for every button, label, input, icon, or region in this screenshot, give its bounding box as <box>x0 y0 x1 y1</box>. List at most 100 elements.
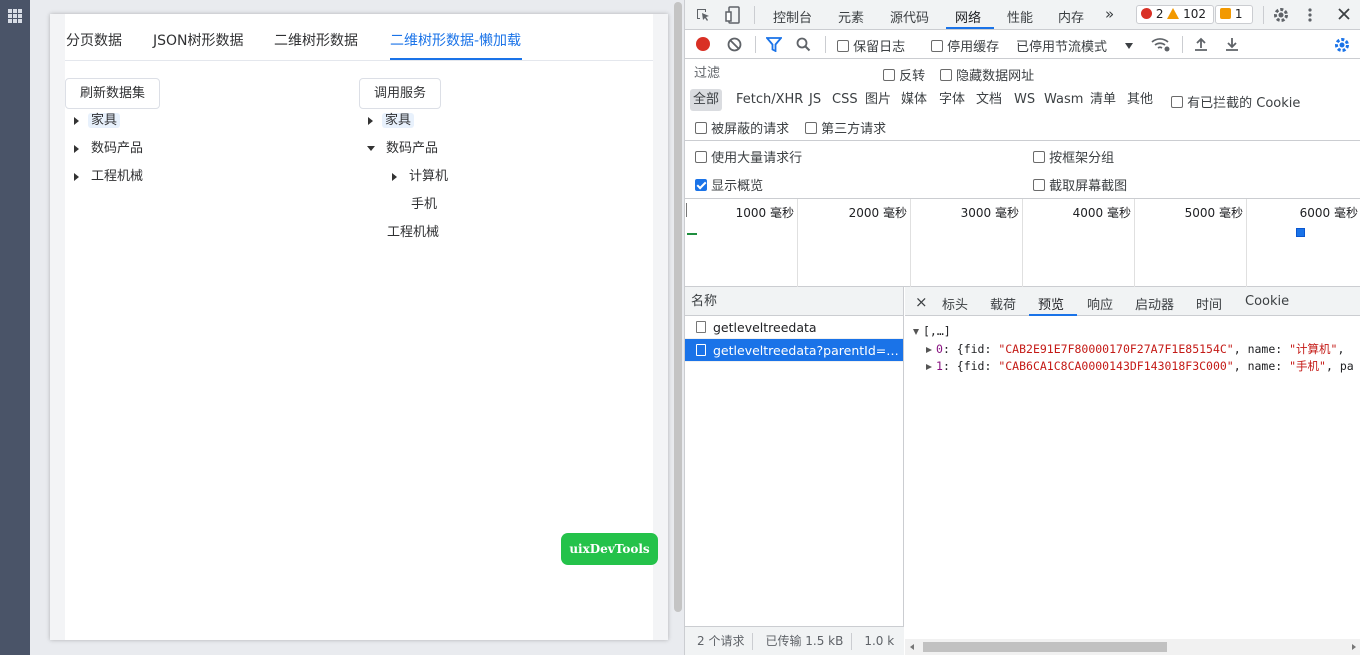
detail-tab-timing[interactable]: 时间 <box>1196 294 1222 313</box>
device-toolbar-icon[interactable] <box>725 6 741 24</box>
tree-node[interactable]: 手机 <box>411 194 437 216</box>
close-detail-icon[interactable]: × <box>915 293 928 311</box>
type-filter-fetch-xhr[interactable]: Fetch/XHR <box>736 89 803 111</box>
import-har-icon[interactable] <box>1194 36 1208 52</box>
tree-node[interactable]: 计算机 <box>392 166 448 188</box>
inspect-element-icon[interactable] <box>695 7 711 23</box>
caret-right-icon[interactable] <box>74 144 79 153</box>
third-party-checkbox[interactable]: 第三方请求 <box>805 118 886 137</box>
devtools-tab-performance[interactable]: 性能 <box>1007 7 1033 26</box>
preview-row[interactable]: 1: {fid: "CAB6CA1C8CA0000143DF143018F3C0… <box>926 358 1354 374</box>
tree-node[interactable]: 工程机械 <box>387 222 439 244</box>
apps-grid-icon[interactable] <box>8 9 22 23</box>
detail-tab-cookies[interactable]: Cookie <box>1245 294 1289 309</box>
filter-funnel-icon[interactable] <box>766 37 782 52</box>
info-counts[interactable]: 1 <box>1215 5 1253 24</box>
more-options-icon[interactable] <box>1307 7 1313 23</box>
checkbox-icon[interactable] <box>931 40 943 52</box>
network-conditions-icon[interactable] <box>1151 37 1171 52</box>
throttling-select[interactable]: 已停用节流模式 <box>1016 36 1134 55</box>
tab-2d-tree[interactable]: 二维树形数据 <box>274 30 358 50</box>
name-column-header[interactable]: 名称 <box>685 287 903 316</box>
expand-right-icon[interactable] <box>926 364 932 370</box>
group-by-frame-checkbox[interactable]: 按框架分组 <box>1033 147 1114 166</box>
caret-right-icon[interactable] <box>392 172 397 181</box>
app-scrollbar[interactable] <box>674 2 682 612</box>
tree-node[interactable]: 数码产品 <box>367 138 438 160</box>
preserve-log-checkbox[interactable]: 保留日志 <box>837 36 905 55</box>
issue-counts[interactable]: 2 102 <box>1136 5 1214 24</box>
caret-right-icon[interactable] <box>74 172 79 181</box>
type-filter-doc[interactable]: 文档 <box>976 89 1002 111</box>
detail-tab-response[interactable]: 响应 <box>1087 294 1113 313</box>
disable-cache-checkbox[interactable]: 停用缓存 <box>931 36 999 55</box>
checkbox-icon[interactable] <box>1033 179 1045 191</box>
devtools-tab-network[interactable]: 网络 <box>955 7 981 26</box>
invert-checkbox[interactable]: 反转 <box>883 65 925 84</box>
preview-row[interactable]: 0: {fid: "CAB2E91E7F80000170F27A7F1E8515… <box>926 341 1344 357</box>
tree-node[interactable]: 家具 <box>74 110 121 132</box>
checkbox-icon[interactable] <box>695 122 707 134</box>
detail-tab-payload[interactable]: 载荷 <box>990 294 1016 313</box>
show-overview-checkbox[interactable]: 显示概览 <box>695 175 763 194</box>
devtools-tab-sources[interactable]: 源代码 <box>890 7 929 26</box>
caret-right-icon[interactable] <box>368 116 373 125</box>
close-devtools-icon[interactable] <box>1337 7 1351 21</box>
type-filter-font[interactable]: 字体 <box>939 89 965 111</box>
more-tabs-icon[interactable]: » <box>1105 5 1114 23</box>
search-icon[interactable] <box>796 37 811 52</box>
clear-icon[interactable] <box>727 37 742 52</box>
preview-horizontal-scrollbar[interactable] <box>905 639 1360 655</box>
devtools-tab-console[interactable]: 控制台 <box>773 7 812 26</box>
tab-json-tree[interactable]: JSON树形数据 <box>153 30 244 50</box>
detail-tab-preview[interactable]: 预览 <box>1038 294 1064 313</box>
record-icon[interactable] <box>696 37 710 51</box>
tree-node[interactable]: 工程机械 <box>74 166 143 188</box>
checkbox-icon[interactable] <box>837 40 849 52</box>
devtools-tab-elements[interactable]: 元素 <box>838 7 864 26</box>
request-row[interactable]: getleveltreedata <box>685 316 903 339</box>
hide-data-urls-checkbox[interactable]: 隐藏数据网址 <box>940 65 1034 84</box>
type-filter-css[interactable]: CSS <box>832 89 858 111</box>
expand-down-icon[interactable] <box>913 329 919 335</box>
scrollbar-thumb[interactable] <box>923 642 1167 652</box>
checkbox-checked-icon[interactable] <box>695 179 707 191</box>
caret-right-icon[interactable] <box>74 116 79 125</box>
devtools-tab-memory[interactable]: 内存 <box>1058 7 1084 26</box>
big-rows-checkbox[interactable]: 使用大量请求行 <box>695 147 802 166</box>
type-filter-ws[interactable]: WS <box>1014 89 1035 111</box>
type-filter-media[interactable]: 媒体 <box>901 89 927 111</box>
type-filter-all[interactable]: 全部 <box>690 89 723 111</box>
tab-paged-data[interactable]: 分页数据 <box>66 30 122 50</box>
blocked-cookies-checkbox[interactable]: 有已拦截的 Cookie <box>1171 92 1300 111</box>
tree-node[interactable]: 数码产品 <box>74 138 143 160</box>
checkbox-icon[interactable] <box>883 69 895 81</box>
tab-2d-tree-lazy[interactable]: 二维树形数据-懒加载 <box>390 30 521 50</box>
scroll-left-icon[interactable] <box>910 644 914 650</box>
filter-input[interactable]: 过滤 <box>689 63 869 84</box>
checkbox-icon[interactable] <box>805 122 817 134</box>
detail-tab-initiator[interactable]: 启动器 <box>1135 294 1174 313</box>
uix-devtools-button[interactable]: uixDevTools <box>561 533 658 565</box>
checkbox-icon[interactable] <box>940 69 952 81</box>
capture-screenshots-checkbox[interactable]: 截取屏幕截图 <box>1033 175 1127 194</box>
checkbox-icon[interactable] <box>695 151 707 163</box>
network-settings-gear-icon[interactable] <box>1334 37 1350 53</box>
preview-root[interactable]: [,…] <box>913 324 951 338</box>
settings-gear-icon[interactable] <box>1273 7 1289 23</box>
tree-node[interactable]: 家具 <box>368 110 415 132</box>
request-row-selected[interactable]: getleveltreedata?parentId=CA... <box>685 339 903 362</box>
type-filter-manifest[interactable]: 清单 <box>1090 89 1116 111</box>
checkbox-icon[interactable] <box>1033 151 1045 163</box>
type-filter-img[interactable]: 图片 <box>865 89 891 111</box>
type-filter-other[interactable]: 其他 <box>1127 89 1153 111</box>
checkbox-icon[interactable] <box>1171 96 1183 108</box>
caret-down-icon[interactable] <box>367 146 375 151</box>
type-filter-js[interactable]: JS <box>809 89 821 111</box>
timeline-overview[interactable]: 1000 毫秒 2000 毫秒 3000 毫秒 4000 毫秒 5000 毫秒 … <box>685 198 1360 287</box>
export-har-icon[interactable] <box>1225 36 1239 52</box>
call-service-button[interactable]: 调用服务 <box>359 78 442 109</box>
detail-tab-headers[interactable]: 标头 <box>942 294 968 313</box>
blocked-requests-checkbox[interactable]: 被屏蔽的请求 <box>695 118 789 137</box>
refresh-dataset-button[interactable]: 刷新数据集 <box>65 78 161 109</box>
